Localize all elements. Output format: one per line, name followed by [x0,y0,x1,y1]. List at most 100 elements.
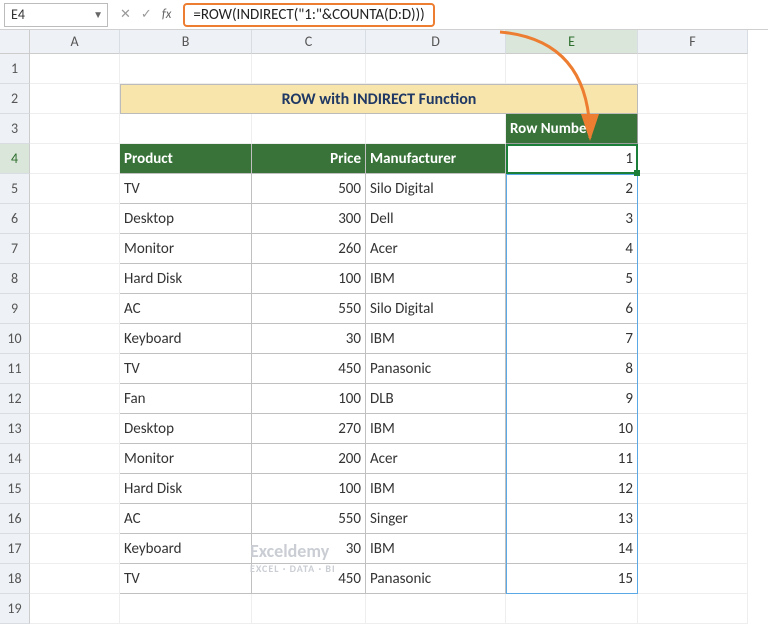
cell[interactable] [506,594,638,624]
cell-manufacturer[interactable]: IBM [366,534,506,564]
cell-price[interactable]: 500 [252,174,366,204]
cell[interactable] [638,384,748,414]
row-header[interactable]: 3 [0,114,30,144]
col-header-E[interactable]: E [506,30,638,54]
cell[interactable] [30,294,120,324]
cell[interactable] [30,564,120,594]
cell[interactable] [638,354,748,384]
cell-price[interactable]: 30 [252,324,366,354]
cell[interactable] [638,474,748,504]
cell[interactable] [252,54,366,84]
col-header-A[interactable]: A [30,30,120,54]
cell-product[interactable]: AC [120,294,252,324]
cell[interactable] [30,324,120,354]
cell[interactable] [30,114,120,144]
header-price[interactable]: Price [252,144,366,174]
col-header-F[interactable]: F [638,30,748,54]
row-header[interactable]: 15 [0,474,30,504]
cell-rownum[interactable]: 8 [506,354,638,384]
cell-product[interactable]: Fan [120,384,252,414]
cell[interactable] [638,234,748,264]
cell-rownum[interactable]: 3 [506,204,638,234]
cell[interactable] [30,174,120,204]
cell[interactable] [30,384,120,414]
cell-price[interactable]: 300 [252,204,366,234]
row-header[interactable]: 12 [0,384,30,414]
col-header-B[interactable]: B [120,30,252,54]
cell-product[interactable]: Hard Disk [120,264,252,294]
cell-rownum[interactable]: 7 [506,324,638,354]
cell-product[interactable]: Keyboard [120,534,252,564]
cell[interactable] [30,204,120,234]
row-header[interactable]: 13 [0,414,30,444]
name-box[interactable]: E4 ▼ [4,3,108,27]
row-header[interactable]: 10 [0,324,30,354]
cell-product[interactable]: Monitor [120,234,252,264]
select-all-corner[interactable] [0,30,30,54]
cell-manufacturer[interactable]: Acer [366,234,506,264]
row-header[interactable]: 1 [0,54,30,84]
cell-rownum[interactable]: 5 [506,264,638,294]
cell[interactable] [30,144,120,174]
cell-manufacturer[interactable]: Panasonic [366,564,506,594]
row-header[interactable]: 7 [0,234,30,264]
cell[interactable] [638,414,748,444]
cell[interactable] [638,114,748,144]
cell[interactable] [366,114,506,144]
cell-manufacturer[interactable]: Silo Digital [366,174,506,204]
cell[interactable] [638,84,748,114]
cell[interactable] [638,264,748,294]
cell-rownum[interactable]: 12 [506,474,638,504]
row-header[interactable]: 2 [0,84,30,114]
cell-rownum[interactable]: 13 [506,504,638,534]
cell-price[interactable]: 200 [252,444,366,474]
cell[interactable] [30,354,120,384]
cell-product[interactable]: Monitor [120,444,252,474]
row-header[interactable]: 4 [0,144,30,174]
row-header[interactable]: 19 [0,594,30,624]
cell[interactable] [638,144,748,174]
col-header-C[interactable]: C [252,30,366,54]
cell-price[interactable]: 450 [252,564,366,594]
formula-bar[interactable]: =ROW(INDIRECT("1:"&COUNTA(D:D))) [183,3,764,27]
cell-manufacturer[interactable]: Singer [366,504,506,534]
cell[interactable] [30,594,120,624]
row-header[interactable]: 16 [0,504,30,534]
accept-icon[interactable]: ✓ [141,7,152,22]
cell-price[interactable]: 100 [252,264,366,294]
cell-manufacturer[interactable]: Panasonic [366,354,506,384]
name-box-dropdown-icon[interactable]: ▼ [93,8,103,21]
row-header[interactable]: 6 [0,204,30,234]
cell-manufacturer[interactable]: DLB [366,384,506,414]
cell-product[interactable]: Desktop [120,414,252,444]
cell[interactable] [638,534,748,564]
cell[interactable] [638,564,748,594]
cell[interactable] [638,174,748,204]
cell[interactable] [30,234,120,264]
cell-price[interactable]: 550 [252,294,366,324]
cell-manufacturer[interactable]: IBM [366,414,506,444]
cell-product[interactable]: TV [120,564,252,594]
cell-manufacturer[interactable]: IBM [366,264,506,294]
cancel-icon[interactable]: ✕ [120,7,131,22]
cell-manufacturer[interactable]: IBM [366,324,506,354]
header-row-number[interactable]: Row Number [506,114,638,144]
row-header[interactable]: 14 [0,444,30,474]
cell[interactable] [30,534,120,564]
cell-product[interactable]: Keyboard [120,324,252,354]
cell[interactable] [30,84,120,114]
cell-manufacturer[interactable]: Acer [366,444,506,474]
cell-rownum[interactable]: 4 [506,234,638,264]
cell-rownum[interactable]: 6 [506,294,638,324]
cell-manufacturer[interactable]: Dell [366,204,506,234]
cell-price[interactable]: 100 [252,384,366,414]
cell[interactable] [506,54,638,84]
header-manufacturer[interactable]: Manufacturer [366,144,506,174]
cell-price[interactable]: 450 [252,354,366,384]
cell[interactable] [252,114,366,144]
cell-price[interactable]: 100 [252,474,366,504]
cell[interactable] [366,594,506,624]
cell[interactable] [120,594,252,624]
cell-manufacturer[interactable]: IBM [366,474,506,504]
cell-rownum[interactable]: 9 [506,384,638,414]
